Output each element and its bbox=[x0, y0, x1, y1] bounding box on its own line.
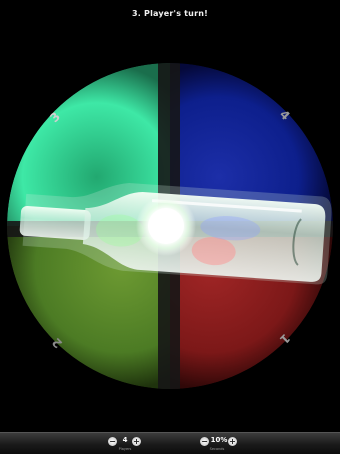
players-caption: Players bbox=[118, 447, 132, 451]
seconds-value: 10% bbox=[210, 436, 228, 444]
seconds-control: − 10% + Seconds bbox=[196, 435, 256, 453]
seconds-caption: Seconds bbox=[209, 447, 225, 451]
bottle-neck bbox=[19, 205, 91, 240]
players-control: − 4 + Players bbox=[104, 435, 164, 453]
seconds-decrease-button[interactable]: − bbox=[200, 437, 209, 446]
players-value: 4 bbox=[122, 436, 128, 444]
players-increase-button[interactable]: + bbox=[132, 437, 141, 446]
top-bar: 3. Player's turn! bbox=[0, 0, 340, 28]
seconds-increase-button[interactable]: + bbox=[228, 437, 237, 446]
turn-title: 3. Player's turn! bbox=[132, 9, 208, 18]
spin-wheel[interactable]: 3 4 2 1 bbox=[0, 28, 340, 432]
players-decrease-button[interactable]: − bbox=[108, 437, 117, 446]
center-glow-core bbox=[148, 208, 184, 244]
game-board[interactable]: 3 4 2 1 bbox=[0, 28, 340, 432]
bottom-bar: − 4 + Players − 10% + Seconds bbox=[0, 432, 340, 454]
